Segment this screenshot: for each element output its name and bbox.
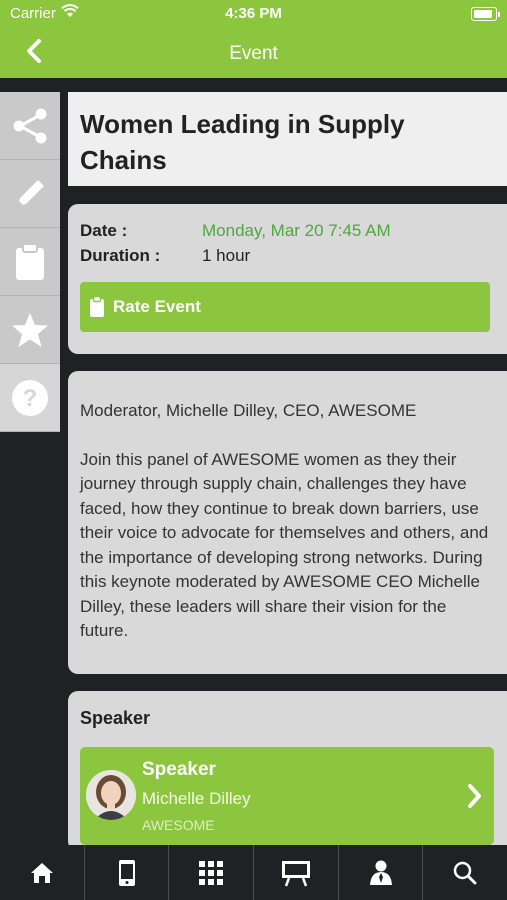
duration-label: Duration : xyxy=(80,246,161,265)
date-row: Date : Monday, Mar 20 7:45 AM xyxy=(80,218,495,243)
help-icon: ? xyxy=(12,379,48,416)
sidebar-notes-button[interactable] xyxy=(0,160,60,228)
speaker-card: Speaker Speaker Michelle Dilley AWESOME xyxy=(68,691,507,851)
tab-presentation[interactable] xyxy=(254,845,339,900)
event-title: Women Leading in Supply Chains xyxy=(80,109,405,175)
clipboard-icon xyxy=(16,242,44,280)
top-bar: Carrier 4:36 PM Event xyxy=(0,0,507,78)
sidebar-favorite-button[interactable] xyxy=(0,296,60,364)
presentation-icon xyxy=(281,860,310,886)
moderator-text: Moderator, Michelle Dilley, CEO, AWESOME xyxy=(80,401,417,420)
speaker-org: AWESOME xyxy=(142,817,215,833)
tab-search[interactable] xyxy=(423,845,507,900)
description-card: Moderator, Michelle Dilley, CEO, AWESOME… xyxy=(68,371,507,674)
speaker-section-title: Speaker xyxy=(80,708,151,728)
tab-attendees[interactable] xyxy=(339,845,424,900)
pencil-icon xyxy=(18,179,44,206)
speaker-role: Speaker xyxy=(142,759,216,780)
speaker-list-item[interactable]: Speaker Michelle Dilley AWESOME xyxy=(80,747,494,845)
status-bar: Carrier 4:36 PM xyxy=(0,0,507,28)
star-icon xyxy=(12,312,48,347)
battery-icon xyxy=(471,7,500,21)
sidebar: ? xyxy=(0,92,60,432)
speaker-name: Michelle Dilley xyxy=(142,789,251,808)
sidebar-help-button[interactable]: ? xyxy=(0,364,60,432)
person-icon xyxy=(369,860,392,885)
description-text: Join this panel of AWESOME women as they… xyxy=(80,449,489,641)
search-icon xyxy=(453,861,477,884)
status-time: 4:36 PM xyxy=(225,5,282,22)
chevron-right-icon xyxy=(468,784,481,808)
date-label: Date : xyxy=(80,221,128,240)
event-title-card: Women Leading in Supply Chains xyxy=(68,92,507,186)
tab-grid[interactable] xyxy=(169,845,255,900)
nav-title: Event xyxy=(229,43,278,64)
sidebar-share-button[interactable] xyxy=(0,92,60,160)
home-icon xyxy=(30,862,53,883)
date-value: Monday, Mar 20 7:45 AM xyxy=(202,221,391,240)
duration-row: Duration : 1 hour xyxy=(80,243,495,268)
svg-text:?: ? xyxy=(23,385,38,412)
clipboard-icon xyxy=(90,296,104,317)
rate-event-button[interactable]: Rate Event xyxy=(80,282,490,332)
event-info-card: Date : Monday, Mar 20 7:45 AM Duration :… xyxy=(68,204,507,354)
share-icon xyxy=(13,108,47,143)
tab-bar xyxy=(0,845,507,900)
duration-value: 1 hour xyxy=(202,246,251,265)
avatar xyxy=(86,770,136,820)
tab-home[interactable] xyxy=(0,845,85,900)
grid-icon xyxy=(199,860,224,885)
sidebar-survey-button[interactable] xyxy=(0,228,60,296)
phone-icon xyxy=(118,859,135,886)
rate-event-label: Rate Event xyxy=(113,297,201,316)
tab-device[interactable] xyxy=(85,845,170,900)
